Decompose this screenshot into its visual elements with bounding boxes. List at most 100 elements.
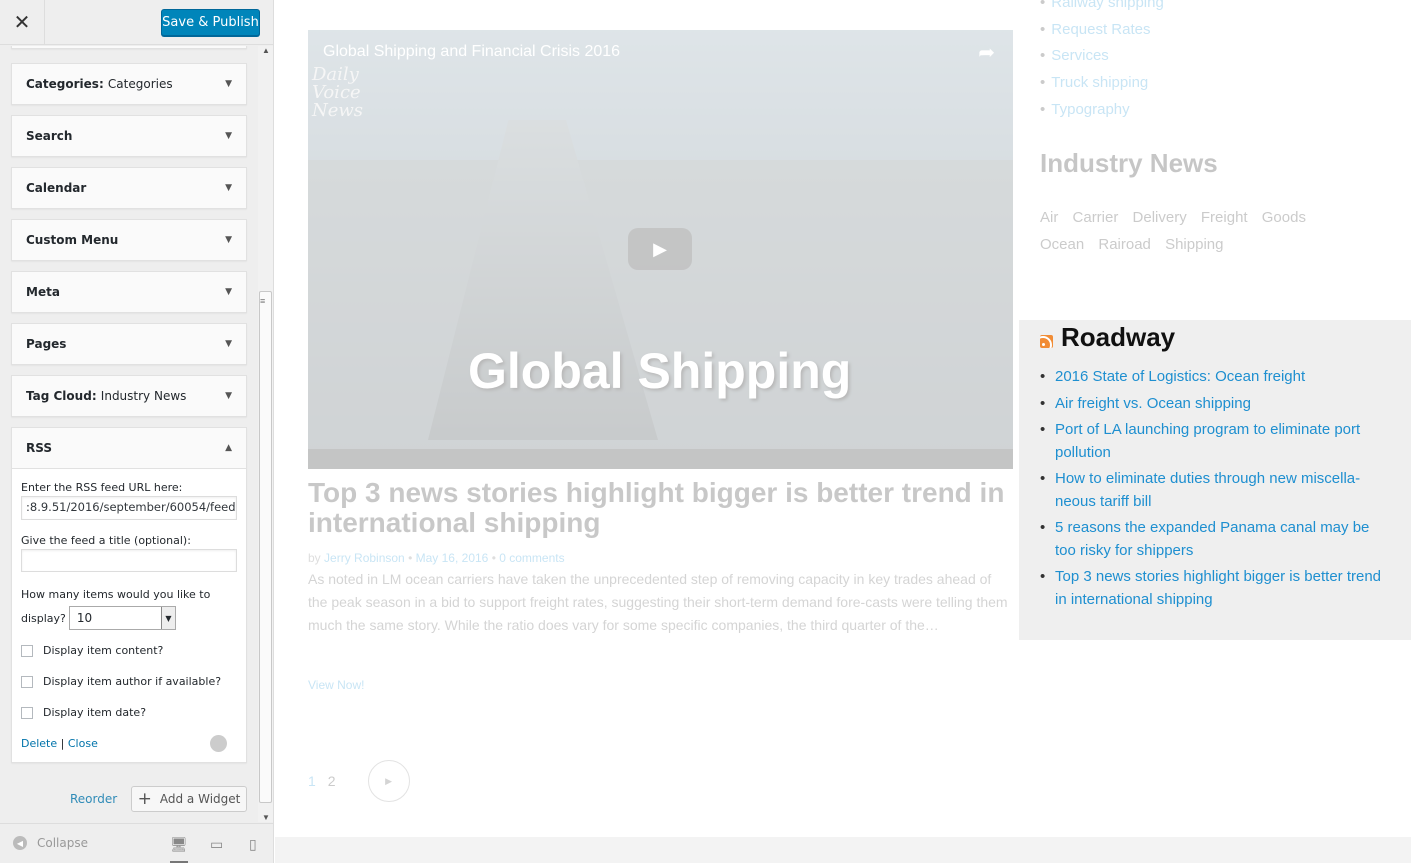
rss-feed-item[interactable]: How to eliminate duties through new misc…	[1040, 468, 1390, 513]
expand-arrow-icon[interactable]: ▼	[225, 391, 232, 401]
widget-categories[interactable]: Categories: Categories ▼	[11, 63, 247, 105]
widget-custom-menu[interactable]: Custom Menu ▼	[11, 219, 247, 261]
tag-link[interactable]: Delivery	[1133, 209, 1187, 226]
tag-link[interactable]: Air	[1040, 209, 1058, 226]
video-embed[interactable]: Global Shipping and Financial Crisis 201…	[308, 30, 1013, 469]
site-preview: Global Shipping and Financial Crisis 201…	[275, 0, 1411, 863]
expand-arrow-icon[interactable]: ▼	[225, 287, 232, 297]
post-title[interactable]: Top 3 news stories highlight bigger is b…	[308, 478, 1013, 538]
reorder-link[interactable]: Reorder	[70, 792, 117, 806]
widget-pages[interactable]: Pages ▼	[11, 323, 247, 365]
widget-title: Tag Cloud	[26, 389, 92, 403]
scroll-down-icon[interactable]: ▼	[262, 813, 270, 822]
tag-link[interactable]: Rairoad	[1098, 236, 1151, 253]
rss-url-input[interactable]: :8.9.51/2016/september/60054/feed	[21, 496, 237, 520]
sidebar-scrollbar[interactable]: ▲ ≡ ▼	[258, 46, 273, 822]
display-content-checkbox[interactable]	[21, 644, 33, 657]
items-count-select[interactable]: 10 ▼	[68, 606, 176, 630]
share-icon[interactable]: ➦	[978, 40, 995, 65]
rss-title-label: Give the feed a title (optional):	[21, 534, 191, 547]
rss-feed-item[interactable]: Port of LA launching program to eliminat…	[1040, 419, 1390, 464]
tag-link[interactable]: Carrier	[1073, 209, 1119, 226]
play-icon[interactable]: ▶	[628, 228, 692, 270]
post-author-link[interactable]: Jerry Robinson	[324, 551, 405, 565]
category-item[interactable]: Request Rates	[1040, 21, 1164, 48]
category-item[interactable]: Truck shipping	[1040, 74, 1164, 101]
post-date-link[interactable]: May 16, 2016	[416, 551, 489, 565]
save-publish-button[interactable]: Save & Publish	[161, 9, 260, 36]
rss-feed-item[interactable]: 5 reasons the expanded Panama canal may …	[1040, 517, 1390, 562]
site-footer	[275, 837, 1411, 863]
display-date-label: Display item date?	[43, 706, 147, 719]
tag-link[interactable]: Freight	[1201, 209, 1248, 226]
video-title[interactable]: Global Shipping and Financial Crisis 201…	[323, 43, 620, 61]
collapse-arrow-icon[interactable]: ▲	[225, 443, 232, 453]
view-now-link[interactable]: View Now!	[308, 678, 364, 692]
widget-subtitle: Categories	[107, 77, 173, 91]
tag-link[interactable]: Ocean	[1040, 236, 1084, 253]
expand-arrow-icon[interactable]: ▼	[225, 339, 232, 349]
pagination: 1 2 ▶	[308, 760, 410, 802]
widget-title: RSS	[26, 441, 52, 455]
add-widget-button[interactable]: + Add a Widget	[131, 786, 247, 812]
delete-widget-link[interactable]: Delete	[21, 737, 57, 750]
industry-news-heading: Industry News	[1040, 148, 1218, 178]
scroll-up-icon[interactable]: ▲	[262, 46, 270, 55]
widget-meta[interactable]: Meta ▼	[11, 271, 247, 313]
spinner-icon	[210, 735, 227, 752]
widget-title: Meta	[26, 285, 60, 299]
expand-arrow-icon[interactable]: ▼	[225, 183, 232, 193]
close-widget-link[interactable]: Close	[68, 737, 98, 750]
customizer-sidebar: ✕ Save & Publish Categories: Categories ▼…	[0, 0, 274, 863]
rss-feed-icon[interactable]	[1040, 335, 1053, 348]
link-separator: |	[60, 737, 65, 750]
scroll-grip-icon: ≡	[260, 296, 266, 306]
collapse-icon: ◀	[13, 836, 27, 850]
post-excerpt: As noted in LM ocean carriers have taken…	[308, 571, 1008, 633]
collapse-button[interactable]: ◀ Collapse	[13, 836, 88, 850]
close-customizer-button[interactable]: ✕	[0, 0, 45, 45]
tag-cloud: Air Carrier Delivery Freight Goods Ocean…	[1040, 204, 1340, 258]
mobile-preview-icon[interactable]: ▯	[249, 836, 257, 853]
scrollbar-thumb[interactable]	[259, 291, 272, 803]
rss-feed-item[interactable]: Air freight vs. Ocean shipping	[1040, 393, 1390, 416]
widget-calendar[interactable]: Calendar ▼	[11, 167, 247, 209]
rss-widget-header[interactable]: RSS ▲	[12, 428, 246, 468]
tag-link[interactable]: Shipping	[1165, 236, 1223, 253]
category-list: Railway shipping Request Rates Services …	[1040, 0, 1164, 127]
page-2-link[interactable]: 2	[328, 773, 336, 789]
category-item[interactable]: Services	[1040, 47, 1164, 74]
widget-title: Categories	[26, 77, 99, 91]
add-widget-label: Add a Widget	[159, 792, 241, 806]
widget-tag-cloud[interactable]: Tag Cloud: Industry News ▼	[11, 375, 247, 417]
display-date-checkbox[interactable]	[21, 706, 33, 719]
video-caption: Global Shipping	[468, 343, 852, 399]
rss-url-label: Enter the RSS feed URL here:	[21, 481, 183, 494]
chevron-down-icon[interactable]: ▼	[160, 607, 175, 629]
category-item[interactable]: Typography	[1040, 101, 1164, 128]
rss-title-input[interactable]	[21, 549, 237, 572]
expand-arrow-icon[interactable]: ▼	[225, 79, 232, 89]
category-item[interactable]: Railway shipping	[1040, 0, 1164, 21]
rss-widget-title[interactable]: Roadway	[1061, 322, 1175, 353]
page-1-link[interactable]: 1	[308, 773, 316, 789]
rss-widget-form: Enter the RSS feed URL here: :8.9.51/201…	[12, 468, 246, 762]
display-author-label: Display item author if available?	[43, 675, 222, 688]
tablet-preview-icon[interactable]: ▭	[210, 836, 223, 853]
rss-widget-preview: Roadway 2016 State of Logistics: Ocean f…	[1019, 320, 1411, 640]
rss-feed-item[interactable]: Top 3 news stories highlight bigger is b…	[1040, 566, 1390, 611]
next-page-icon[interactable]: ▶	[367, 760, 410, 802]
widget-rss: RSS ▲ Enter the RSS feed URL here: :8.9.5…	[11, 427, 247, 763]
widget-title: Pages	[26, 337, 67, 351]
display-author-checkbox[interactable]	[21, 675, 33, 688]
items-count-label-2: display?	[21, 611, 66, 625]
rss-feed-item[interactable]: 2016 State of Logistics: Ocean freight	[1040, 366, 1390, 389]
expand-arrow-icon[interactable]: ▼	[225, 235, 232, 245]
desktop-preview-icon[interactable]: 🖥	[170, 836, 188, 863]
widgets-panel: Categories: Categories ▼ Search ▼ Calendar…	[0, 46, 258, 822]
tag-link[interactable]: Goods	[1262, 209, 1306, 226]
widget-search[interactable]: Search ▼	[11, 115, 247, 157]
post-comments-link[interactable]: 0 comments	[499, 551, 564, 565]
expand-arrow-icon[interactable]: ▼	[225, 131, 232, 141]
post-meta: by Jerry Robinson • May 16, 2016 • 0 com…	[308, 551, 565, 565]
